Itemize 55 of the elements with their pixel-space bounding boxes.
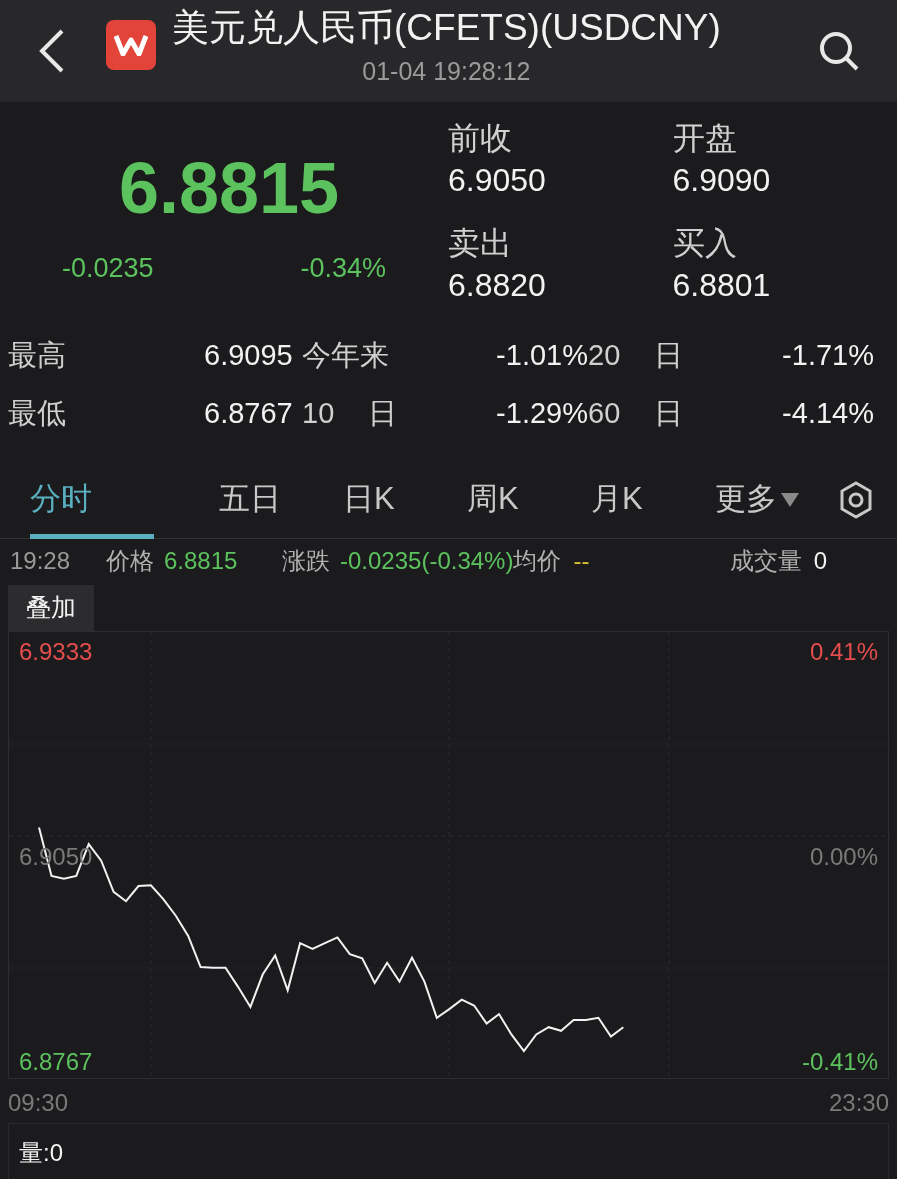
period-label: 60 <box>588 396 622 432</box>
field-value: 6.8820 <box>448 265 547 305</box>
period-change: -1.71% <box>781 338 874 374</box>
field-value: 6.9050 <box>448 161 547 200</box>
field-label: 买入 <box>672 223 738 263</box>
period-change: -1.01% <box>495 338 588 374</box>
app-logo-icon <box>106 20 156 70</box>
period-unit: 日 <box>654 338 683 374</box>
info-label: 价格 <box>106 546 154 576</box>
chart-tab[interactable]: 周K <box>467 460 591 539</box>
field-label: 前收 <box>448 119 513 158</box>
info-label: 涨跌 <box>282 546 330 576</box>
chart-tab[interactable]: 五日 <box>219 460 343 539</box>
axis-label: 0.00% <box>809 842 878 873</box>
search-button[interactable] <box>817 29 861 73</box>
time-label: 09:30 <box>8 1088 69 1118</box>
chart-tab[interactable]: 更多 <box>715 460 839 539</box>
stat-label: 最高 <box>8 338 67 374</box>
period-change: -1.29% <box>495 396 588 432</box>
period-label: 今年来 <box>302 338 389 374</box>
axis-label: 0.41% <box>809 637 878 668</box>
last-price: 6.8815 <box>117 148 341 228</box>
percent-change: -0.34% <box>300 252 386 285</box>
axis-label: 6.9333 <box>19 637 93 668</box>
overlay-button[interactable]: 叠加 <box>8 585 94 631</box>
info-price: 6.8815 <box>164 546 239 576</box>
info-average: -- <box>573 546 590 576</box>
info-label: 成交量 <box>729 546 802 576</box>
period-unit: 日 <box>368 396 397 432</box>
stat-value: 6.9095 <box>204 338 294 374</box>
stat-value: 6.8767 <box>204 396 294 432</box>
period-label: 10 <box>302 396 336 432</box>
chart-tab[interactable]: 日K <box>343 460 467 539</box>
period-label: 20 <box>588 338 622 374</box>
field-label: 开盘 <box>672 119 738 158</box>
settings-button[interactable] <box>839 480 873 519</box>
period-unit: 日 <box>654 396 683 432</box>
field-value: 6.9090 <box>672 161 772 200</box>
info-label: 均价 <box>513 546 562 576</box>
timestamp: 01-04 19:28:12 <box>362 56 531 86</box>
price-change: -0.0235 <box>62 252 154 285</box>
stat-label: 最低 <box>8 396 67 432</box>
page-title: 美元兑人民币(CFETS)(USDCNY) <box>172 6 721 50</box>
chart-tab[interactable]: 分时 <box>30 460 154 539</box>
info-change: -0.0235(-0.34%) <box>340 546 514 576</box>
period-change: -4.14% <box>781 396 874 432</box>
info-volume: 0 <box>813 546 827 576</box>
volume-label: 量:0 <box>19 1138 63 1168</box>
time-label: 23:30 <box>828 1088 889 1118</box>
field-label: 卖出 <box>448 223 513 263</box>
axis-label: 6.8767 <box>19 1046 93 1077</box>
axis-label: -0.41% <box>801 1046 878 1077</box>
chart-tab[interactable]: 月K <box>591 460 715 539</box>
field-value: 6.8801 <box>672 265 772 305</box>
info-time: 19:28 <box>10 546 72 576</box>
